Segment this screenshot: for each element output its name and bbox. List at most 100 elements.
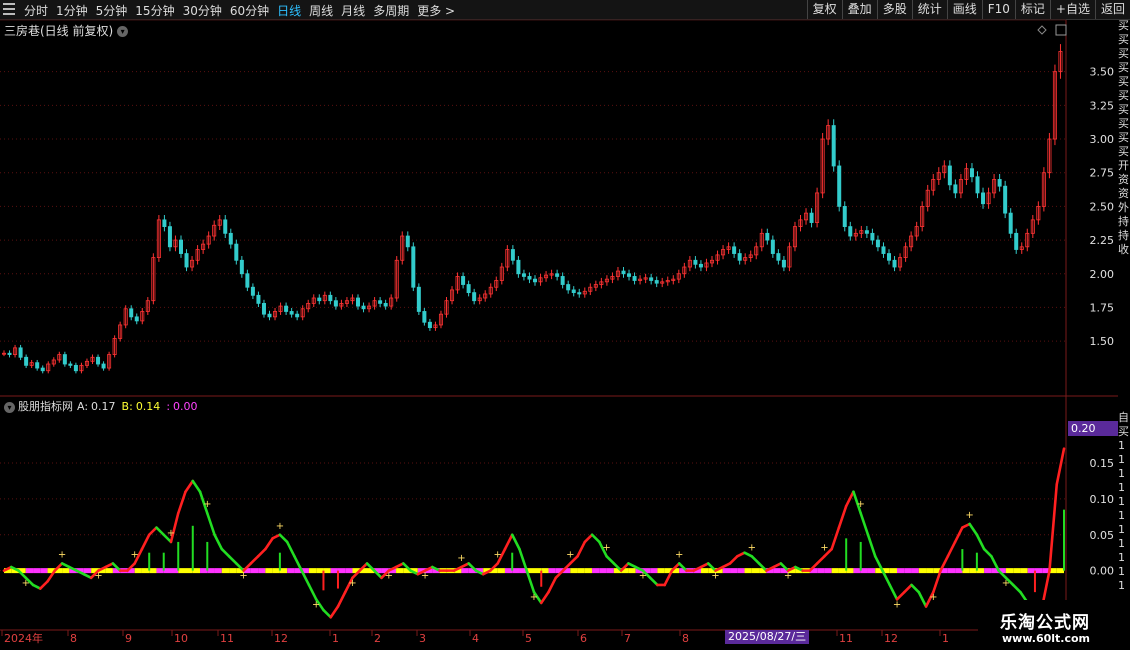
candle-body <box>228 232 233 245</box>
right-strip-item: 买 <box>1118 20 1129 32</box>
candle-body <box>18 347 23 358</box>
right-strip-item: 买 <box>1118 145 1129 158</box>
candle-body <box>981 192 986 205</box>
candle-body <box>416 286 421 312</box>
indicator-a-line <box>1011 583 1022 594</box>
right-strip-item: 1 <box>1118 495 1125 508</box>
candle-body <box>770 239 775 254</box>
candle-body <box>510 249 515 261</box>
indicator-b-value: 0.14 <box>135 400 161 413</box>
signal-marker: + <box>639 571 647 582</box>
right-strip-item: 外 <box>1118 201 1129 214</box>
signal-marker: + <box>675 549 683 560</box>
candle-body <box>881 246 886 254</box>
signal-marker: + <box>58 549 66 560</box>
cursor-date-label: 2025/08/27/三 <box>725 630 810 644</box>
candle-body <box>892 259 897 268</box>
signal-marker: + <box>965 510 973 521</box>
right-strip-item <box>1118 314 1130 328</box>
right-strip-item: 资 <box>1118 187 1129 200</box>
candle-body <box>383 302 388 307</box>
candle-body <box>809 212 814 223</box>
candle-body <box>427 321 432 329</box>
signal-marker: + <box>820 542 828 553</box>
candle-body <box>627 273 632 277</box>
indicator-a-line <box>1048 483 1059 572</box>
right-strip-item <box>1118 356 1130 370</box>
candle-body <box>875 239 880 248</box>
signal-marker: + <box>602 542 610 553</box>
main-chart-title[interactable]: 三房巷(日线 前复权) ▾ <box>4 22 129 39</box>
indicator-c-label: : <box>166 400 171 413</box>
chart-canvas[interactable]: 1.50 1.75 2.00 2.25 2.50 2.75 3.00 3.25 3.50 0.00… <box>0 0 1130 650</box>
indicator-a-line <box>859 511 870 537</box>
signal-marker: + <box>22 578 30 589</box>
y-tick-label: 2.75 <box>1090 167 1115 180</box>
x-tick-label: 9 <box>125 632 132 645</box>
candle-body <box>577 292 582 295</box>
candle-body <box>848 226 853 237</box>
candle-body <box>837 165 842 207</box>
candle-body <box>328 294 333 302</box>
candle-body <box>7 352 12 355</box>
signal-marker: + <box>566 549 574 560</box>
candle-body <box>621 270 626 275</box>
candle-body <box>68 363 73 366</box>
right-strip-item: 买 <box>1118 425 1129 438</box>
candle-body <box>129 308 134 318</box>
right-strip-item <box>1118 342 1130 356</box>
chevron-down-icon[interactable]: ▾ <box>4 401 15 413</box>
right-strip-item: 买 <box>1118 33 1129 46</box>
indicator-name[interactable]: 股朋指标网 <box>18 400 73 413</box>
y-tick-label: 1.75 <box>1090 301 1115 314</box>
indicator-a-line <box>605 554 616 565</box>
x-tick-label: 2024年 <box>4 631 43 645</box>
candle-body <box>632 276 637 281</box>
signal-marker: + <box>1002 578 1010 589</box>
signal-marker: + <box>312 599 320 610</box>
candle-body <box>96 356 101 365</box>
candle-body <box>571 289 576 294</box>
candle-body <box>411 246 416 288</box>
indicator-a-line <box>576 540 587 558</box>
x-tick-label: 12 <box>884 632 898 645</box>
y-tick-label: 3.00 <box>1090 133 1115 146</box>
indicator-a-line <box>888 583 899 601</box>
indicator-a-line <box>750 554 761 565</box>
right-info-strip[interactable]: 买买买买买买买买买买开资资外持持收自买11111111111 <box>1118 20 1130 650</box>
indicator-a-label: A: <box>77 400 89 413</box>
candle-body <box>555 273 560 277</box>
indicator-a-line <box>307 583 318 601</box>
candle-body <box>765 232 770 241</box>
candle-body <box>101 363 106 369</box>
signal-marker: + <box>494 549 502 560</box>
x-tick-label: 3 <box>419 632 426 645</box>
right-strip-item <box>1118 272 1130 286</box>
stock-title: 三房巷(日线 前复权) <box>4 24 114 38</box>
indicator-a-line <box>147 526 158 537</box>
candle-body <box>24 356 29 366</box>
indicator-a-line <box>329 605 340 619</box>
indicator-a-line <box>648 576 659 587</box>
indicator-a-line <box>285 540 296 558</box>
right-strip-item: 自 <box>1118 411 1129 424</box>
candle-body <box>649 277 654 281</box>
x-tick-label: 8 <box>70 632 77 645</box>
candle-body <box>134 316 139 322</box>
indicator-a-line <box>982 547 993 558</box>
indicator-a-line <box>184 479 195 494</box>
indicator-a-line <box>815 554 826 565</box>
chevron-down-icon[interactable]: ▾ <box>117 26 129 37</box>
candle-body <box>831 125 836 167</box>
candle-body <box>516 259 521 275</box>
signal-marker: + <box>94 571 102 582</box>
right-strip-item: 持 <box>1118 229 1129 242</box>
right-strip-item: 收 <box>1118 243 1129 256</box>
right-strip-item: 1 <box>1118 565 1125 578</box>
candle-body <box>245 273 250 288</box>
right-strip-item: 1 <box>1118 537 1125 550</box>
candle-body <box>1003 185 1008 214</box>
indicator-a-value: 0.17 <box>91 400 116 413</box>
right-strip-item <box>1118 286 1130 300</box>
candle-body <box>693 259 698 265</box>
